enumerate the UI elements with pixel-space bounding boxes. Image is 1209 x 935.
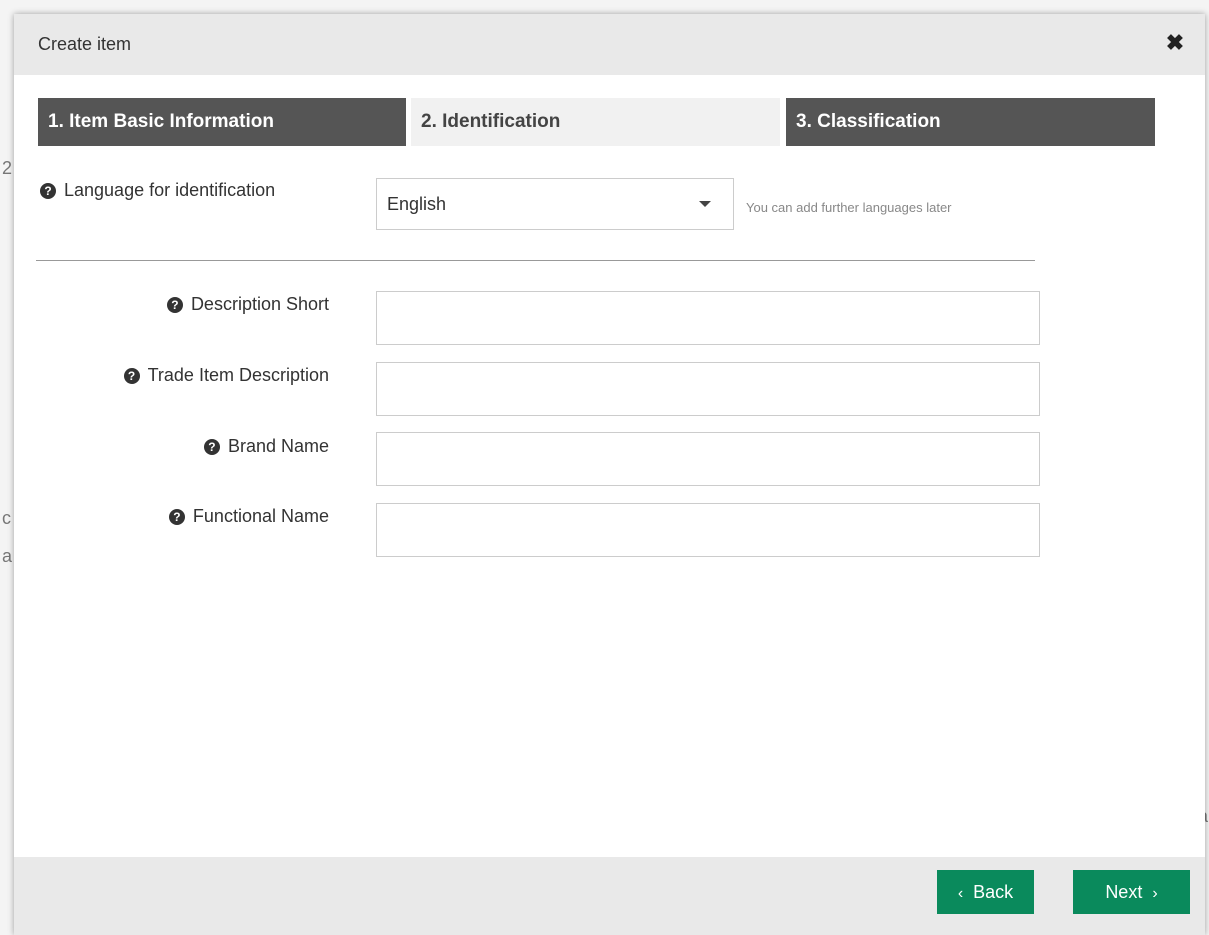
chevron-left-icon: ‹ [957,885,964,902]
caret-down-icon [699,201,711,207]
step-label: 2. Identification [421,111,561,132]
field-label-text: Trade Item Description [147,365,329,385]
trade-item-description-input[interactable] [376,362,1040,416]
functional-name-input[interactable] [376,503,1040,557]
backdrop-text-fragment: c [2,508,11,528]
step-item-basic-information[interactable]: 1. Item Basic Information [38,98,406,146]
language-hint: You can add further languages later [746,200,952,215]
back-button[interactable]: ‹ Back [937,870,1034,914]
question-circle-icon[interactable]: ? [203,439,220,455]
brand-name-input[interactable] [376,432,1040,486]
wizard-steps: 1. Item Basic Information 2. Identificat… [38,98,1155,146]
backdrop-text-fragment: 2 [2,158,13,178]
backdrop-text-fragment: a [2,546,13,566]
field-label-text: Functional Name [192,506,329,526]
question-circle-icon[interactable]: ? [166,297,183,313]
next-button-label: Next [1105,882,1143,902]
close-icon[interactable]: ✖ [1165,32,1185,54]
question-circle-icon[interactable]: ? [40,183,56,199]
dialog-title: Create item [38,34,132,54]
field-label-text: Brand Name [227,436,329,456]
step-classification[interactable]: 3. Classification [786,98,1155,146]
back-button-label: Back [973,882,1014,902]
description-short-label: ? Description Short [166,294,329,315]
trade-item-description-label: ? Trade Item Description [123,365,329,386]
next-button[interactable]: Next › [1073,870,1190,914]
language-label: ? Language for identification [40,180,275,201]
brand-name-label: ? Brand Name [203,436,329,457]
chevron-right-icon: › [1152,885,1158,902]
dialog-footer: ‹ Back Next › [14,857,1205,935]
step-label: 3. Classification [796,111,941,132]
field-label-text: Description Short [190,294,329,314]
question-circle-icon[interactable]: ? [168,509,185,525]
create-item-dialog: Create item ✖ 1. Item Basic Information … [14,14,1205,935]
language-select[interactable]: English [376,178,734,230]
language-select-value: English [387,194,447,214]
functional-name-label: ? Functional Name [168,506,329,527]
dialog-header: Create item ✖ [14,14,1205,75]
language-label-text: Language for identification [64,180,276,200]
step-label: 1. Item Basic Information [48,111,274,132]
form-divider [36,260,1035,261]
question-circle-icon[interactable]: ? [123,368,140,384]
description-short-input[interactable] [376,291,1040,345]
step-identification[interactable]: 2. Identification [411,98,780,146]
